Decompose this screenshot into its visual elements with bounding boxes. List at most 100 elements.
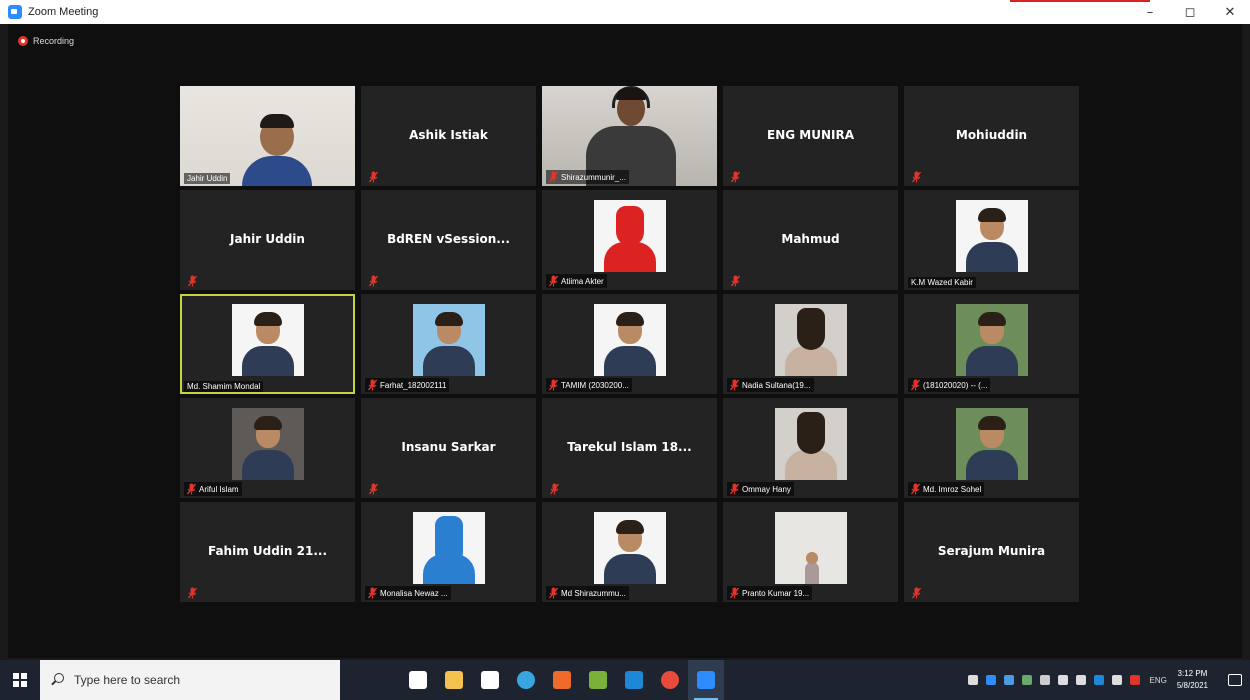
participant-tile[interactable]: ENG MUNIRA <box>723 86 898 186</box>
participant-tile[interactable]: Farhat_182002111 <box>361 294 536 394</box>
participant-tile[interactable]: Md. Shamim Mondal <box>180 294 355 394</box>
search-icon <box>50 673 64 687</box>
participant-tile[interactable]: Ashik Istiak <box>361 86 536 186</box>
profile-picture <box>775 408 847 480</box>
taskbar-app-button[interactable] <box>580 660 616 700</box>
notification-center-button[interactable] <box>1220 660 1250 700</box>
participant-tile[interactable]: Md Shirazummu... <box>542 502 717 602</box>
mic-icon[interactable] <box>967 675 978 685</box>
minimize-button[interactable]: – <box>1130 0 1170 24</box>
chevron-up-icon[interactable] <box>1039 675 1050 685</box>
participant-tile[interactable]: K.M Wazed Kabir <box>904 190 1079 290</box>
start-button[interactable] <box>0 660 40 700</box>
participant-tile[interactable]: Pranto Kumar 19... <box>723 502 898 602</box>
language-indicator[interactable]: ENG <box>1150 676 1167 685</box>
edge-icon <box>517 671 535 689</box>
taskbar-app-button[interactable] <box>472 660 508 700</box>
muted-mic-icon <box>729 587 740 599</box>
profile-picture <box>956 200 1028 272</box>
participant-name: Md. Shamim Mondal <box>187 382 261 391</box>
participant-tile[interactable]: Ariful Islam <box>180 398 355 498</box>
participant-name: Serajum Munira <box>937 544 1046 558</box>
participant-name: Atiima Akter <box>561 276 604 286</box>
muted-mic-icon <box>368 168 379 183</box>
window-title: Zoom Meeting <box>28 6 99 18</box>
tray-app-icon[interactable] <box>1003 675 1014 685</box>
store-icon <box>481 671 499 689</box>
taskbar-search-box[interactable]: Type here to search <box>40 660 340 700</box>
muted-mic-icon <box>911 584 922 599</box>
participant-tile[interactable]: Mahmud <box>723 190 898 290</box>
taskbar-app-button[interactable] <box>688 660 724 700</box>
recording-icon <box>18 36 28 46</box>
participant-name: (181020020) -- (... <box>923 380 988 390</box>
task-view-icon <box>409 671 427 689</box>
profile-picture <box>775 512 847 584</box>
participant-name-label: Atiima Akter <box>546 274 607 288</box>
participant-name: Tarekul Islam 18... <box>567 440 692 454</box>
participant-tile[interactable]: Jahir Uddin <box>180 190 355 290</box>
taskbar-app-button[interactable] <box>436 660 472 700</box>
participant-tile[interactable]: Jahir Uddin <box>180 86 355 186</box>
profile-picture <box>956 304 1028 376</box>
tray-app-icon[interactable] <box>985 675 996 685</box>
participant-name: Md. Imroz Sohel <box>923 484 982 494</box>
close-button[interactable]: ✕ <box>1210 0 1250 24</box>
taskbar-app-button[interactable] <box>400 660 436 700</box>
participant-tile[interactable]: Fahim Uddin 21... <box>180 502 355 602</box>
muted-mic-icon <box>730 168 741 183</box>
participant-name: Insanu Sarkar <box>401 440 496 454</box>
profile-picture <box>594 512 666 584</box>
wifi-icon[interactable] <box>1111 675 1122 685</box>
network-icon[interactable] <box>1057 675 1068 685</box>
participant-name-label: Jahir Uddin <box>184 173 231 184</box>
participant-tile[interactable]: (181020020) -- (... <box>904 294 1079 394</box>
participant-tile[interactable]: Md. Imroz Sohel <box>904 398 1079 498</box>
participant-name-label: Md. Imroz Sohel <box>908 482 985 496</box>
muted-mic-icon <box>729 379 740 391</box>
recording-label: Recording <box>33 36 75 46</box>
participant-name: Mahmud <box>781 232 840 246</box>
muted-mic-icon <box>548 171 559 183</box>
participant-tile[interactable]: Monalisa Newaz ... <box>361 502 536 602</box>
restore-button[interactable]: ◻ <box>1170 0 1210 24</box>
participant-name-label: TAMIM (2030200... <box>546 378 632 392</box>
participant-tile[interactable]: Tarekul Islam 18... <box>542 398 717 498</box>
participant-name-label: Monalisa Newaz ... <box>365 586 451 600</box>
participant-tile[interactable]: Nadia Sultana(19... <box>723 294 898 394</box>
notification-icon <box>1228 674 1242 686</box>
taskbar-app-button[interactable] <box>508 660 544 700</box>
clock-date: 5/8/2021 <box>1176 681 1208 690</box>
participant-name-label: Pranto Kumar 19... <box>727 586 813 600</box>
recording-indicator[interactable]: Recording <box>18 36 74 46</box>
participant-name-label: K.M Wazed Kabir <box>908 277 976 288</box>
participant-tile[interactable]: Atiima Akter <box>542 190 717 290</box>
muted-mic-icon <box>187 584 198 599</box>
taskbar-app-button[interactable] <box>616 660 652 700</box>
bluetooth-icon[interactable] <box>1093 675 1104 685</box>
tray-app-icon[interactable] <box>1021 675 1032 685</box>
muted-mic-icon <box>548 587 559 599</box>
participant-name: Jahir Uddin <box>230 232 305 246</box>
participant-name-label: Ommay Hany <box>727 482 794 496</box>
participant-tile[interactable]: Ommay Hany <box>723 398 898 498</box>
participant-tile[interactable]: Serajum Munira <box>904 502 1079 602</box>
participant-tile[interactable]: Shirazummunir_... <box>542 86 717 186</box>
tray-app-icon[interactable] <box>1129 675 1140 685</box>
participant-tile[interactable]: Insanu Sarkar <box>361 398 536 498</box>
taskbar-app-button[interactable] <box>544 660 580 700</box>
clock[interactable]: 3:12 PM 5/8/2021 <box>1177 668 1208 692</box>
participant-tile[interactable]: TAMIM (2030200... <box>542 294 717 394</box>
muted-mic-icon <box>368 272 379 287</box>
mail-icon <box>625 671 643 689</box>
app-icon <box>553 671 571 689</box>
muted-mic-icon <box>187 272 198 287</box>
participant-tile[interactable]: Mohiuddin <box>904 86 1079 186</box>
windows-taskbar: Type here to search ENG 3:12 PM 5/8/2021 <box>0 660 1250 700</box>
muted-mic-icon <box>911 168 922 183</box>
profile-picture <box>956 408 1028 480</box>
volume-icon[interactable] <box>1075 675 1086 685</box>
participant-name: Fahim Uddin 21... <box>207 544 328 558</box>
taskbar-app-button[interactable] <box>652 660 688 700</box>
participant-tile[interactable]: BdREN vSession... <box>361 190 536 290</box>
